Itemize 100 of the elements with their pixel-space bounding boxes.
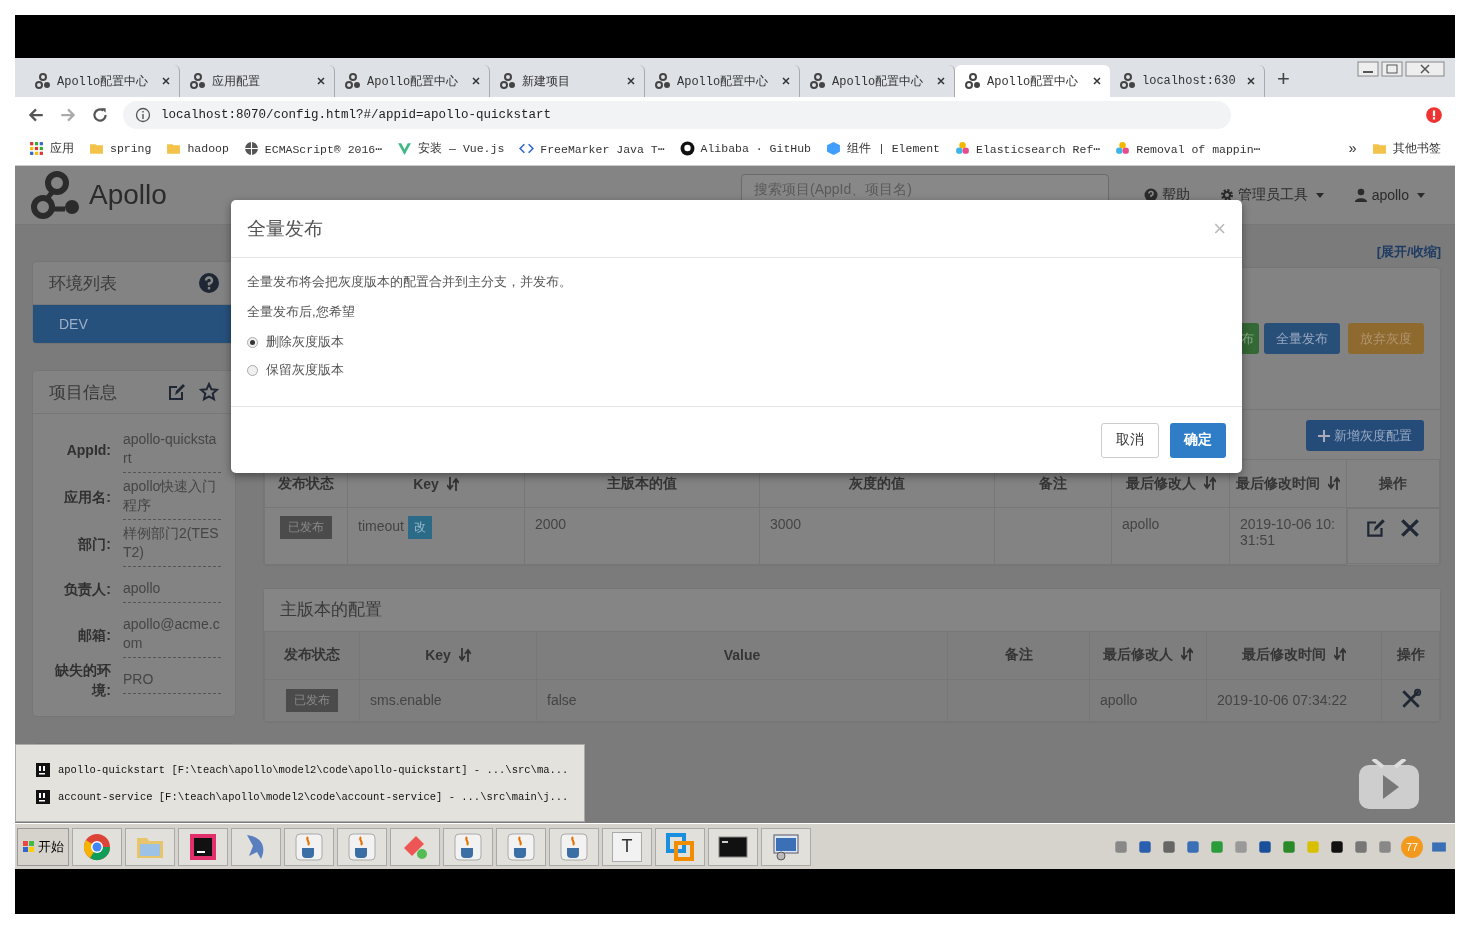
close-icon[interactable] <box>1092 76 1102 86</box>
radio-option[interactable]: 删除灰度版本 <box>247 333 1226 351</box>
user-icon <box>1353 188 1368 202</box>
table-cell: sms.enable <box>370 692 442 708</box>
coffee-cup-icon[interactable] <box>559 831 589 862</box>
coffee-cup-icon[interactable] <box>506 831 536 862</box>
logo-icon <box>965 73 981 89</box>
caret-icon <box>1315 192 1324 198</box>
radio-option[interactable]: 保留灰度版本 <box>247 361 1226 379</box>
add-config-button[interactable]: 新增灰度配置 <box>1306 420 1424 451</box>
sort-icon[interactable] <box>446 476 459 491</box>
table-cell: 2019-10-06 10:31:51 <box>1240 516 1336 548</box>
column-header: 发布状态 <box>284 646 340 662</box>
folder-icon <box>1372 141 1387 156</box>
close-icon[interactable] <box>471 76 481 86</box>
close-icon[interactable] <box>316 76 326 86</box>
tray-icon[interactable] <box>1257 838 1273 855</box>
sort-icon[interactable] <box>1328 475 1340 490</box>
flower-icon <box>955 141 970 156</box>
table-cell: false <box>547 692 577 708</box>
sort-icon[interactable] <box>1334 647 1346 661</box>
column-header: 灰度的值 <box>849 474 905 491</box>
delete-icon[interactable] <box>1399 517 1422 539</box>
browser-tab[interactable]: Apollo配置中心 <box>955 65 1110 97</box>
edit-icon[interactable] <box>167 382 187 402</box>
bookmark[interactable]: 安装 — Vue.js <box>397 141 505 156</box>
bookmark-folder[interactable]: 其他书签 <box>1372 141 1441 156</box>
coffee-cup-icon[interactable] <box>347 831 377 862</box>
tray-icon[interactable] <box>1329 838 1345 855</box>
close-icon[interactable] <box>626 76 636 86</box>
caret-icon <box>1417 192 1425 198</box>
star-icon[interactable] <box>199 382 219 402</box>
bookmark[interactable]: 组件 | Element <box>826 141 940 156</box>
bookmark[interactable]: 应用 <box>29 141 74 156</box>
nav-link[interactable]: 帮助 <box>1143 186 1190 204</box>
panel-title: 项目信息 <box>49 381 117 404</box>
nav-link[interactable]: apollo <box>1353 186 1425 204</box>
bookmark[interactable]: Alibaba · GitHub <box>679 141 811 156</box>
dialog-message: 全量发布将会把灰度版本的配置合并到主分支，并发布。 <box>247 273 573 291</box>
plus-icon <box>1318 429 1330 442</box>
close-icon[interactable] <box>1246 76 1256 86</box>
column-header: 操作 <box>1396 646 1425 662</box>
column-header: 备注 <box>1004 646 1033 662</box>
close-icon[interactable] <box>1405 61 1445 77</box>
coffee-cup-icon[interactable] <box>453 831 483 862</box>
help-icon[interactable] <box>199 273 219 293</box>
table-cell: 3000 <box>770 516 802 532</box>
address-field[interactable]: localhost:8070/config.html?#/appid=apollo-quickstart <box>123 100 1231 129</box>
field-label: AppId: <box>65 440 111 460</box>
action-button[interactable]: 全量发布 <box>1264 323 1340 354</box>
bookmark[interactable]: Elasticsearch Ref⋯ <box>955 141 1101 156</box>
extension-icon[interactable] <box>1425 105 1443 124</box>
window-item[interactable]: apollo-quickstart [F:\teach\apollo\model2\code\apollo-quickstart] - ...\src\ma... <box>36 762 584 777</box>
coffee-cup-icon[interactable] <box>294 831 324 862</box>
sort-icon[interactable] <box>458 648 471 662</box>
text-editor-icon[interactable]: T <box>612 831 642 862</box>
app-title: Apollo <box>89 179 167 211</box>
folder-icon <box>89 141 104 156</box>
ide-icon <box>36 789 50 804</box>
nav-link[interactable]: 管理员工具 <box>1219 186 1324 204</box>
field-value: apollo@acme.com <box>123 611 221 658</box>
logo-icon <box>500 73 516 89</box>
confirm-button[interactable]: 确定 <box>1170 422 1226 458</box>
edit-icon[interactable] <box>1365 517 1388 539</box>
minimize-icon[interactable] <box>1357 61 1379 77</box>
field-label: 邮箱: <box>77 625 111 645</box>
sort-icon[interactable] <box>1181 647 1193 661</box>
reload-icon[interactable] <box>91 105 109 124</box>
logo-icon <box>810 73 826 89</box>
bookmark[interactable]: hadoop <box>166 141 229 156</box>
overlapping-squares-icon[interactable] <box>665 831 695 862</box>
table-cell: 2019-10-06 07:34:22 <box>1217 692 1347 708</box>
folder-icon <box>166 141 182 156</box>
logo-icon <box>35 73 51 89</box>
bookmark[interactable]: FreeMarker Java T⋯ <box>519 141 665 156</box>
cancel-button[interactable]: 取消 <box>1101 422 1159 458</box>
bookmark[interactable]: spring <box>89 141 152 156</box>
bookmark[interactable]: ECMAScript® 2016⋯ <box>243 141 383 156</box>
globe-icon <box>243 141 259 156</box>
panel-title: 主版本的配置 <box>280 599 382 621</box>
browser-icon[interactable] <box>82 831 112 862</box>
close-icon[interactable] <box>936 76 946 86</box>
field-value: apollo快速入门程序 <box>123 473 221 520</box>
windows-flag-icon <box>22 839 36 854</box>
bookmark[interactable]: Removal of mappin⋯ <box>1115 141 1261 156</box>
window-item[interactable]: account-service [F:\teach\apollo\model2\code\account-service] - ...\src\main\j... <box>36 789 584 804</box>
table-cell: 2000 <box>535 516 567 532</box>
close-icon[interactable] <box>781 76 791 86</box>
sort-icon[interactable] <box>1203 475 1216 490</box>
play-icon[interactable] <box>1359 759 1419 811</box>
new-tab-button[interactable]: + <box>1277 66 1290 92</box>
ide-icon[interactable] <box>188 831 218 862</box>
code-icon <box>519 141 535 156</box>
remote-desktop-icon[interactable] <box>771 831 801 862</box>
more-bookmarks-button[interactable]: » <box>1348 140 1357 157</box>
flower-icon <box>1115 141 1131 156</box>
close-icon[interactable] <box>161 76 171 86</box>
start-button[interactable]: 开始 <box>17 827 69 866</box>
logo-icon <box>190 73 206 89</box>
dialog-prompt: 全量发布后,您希望 <box>247 303 356 321</box>
